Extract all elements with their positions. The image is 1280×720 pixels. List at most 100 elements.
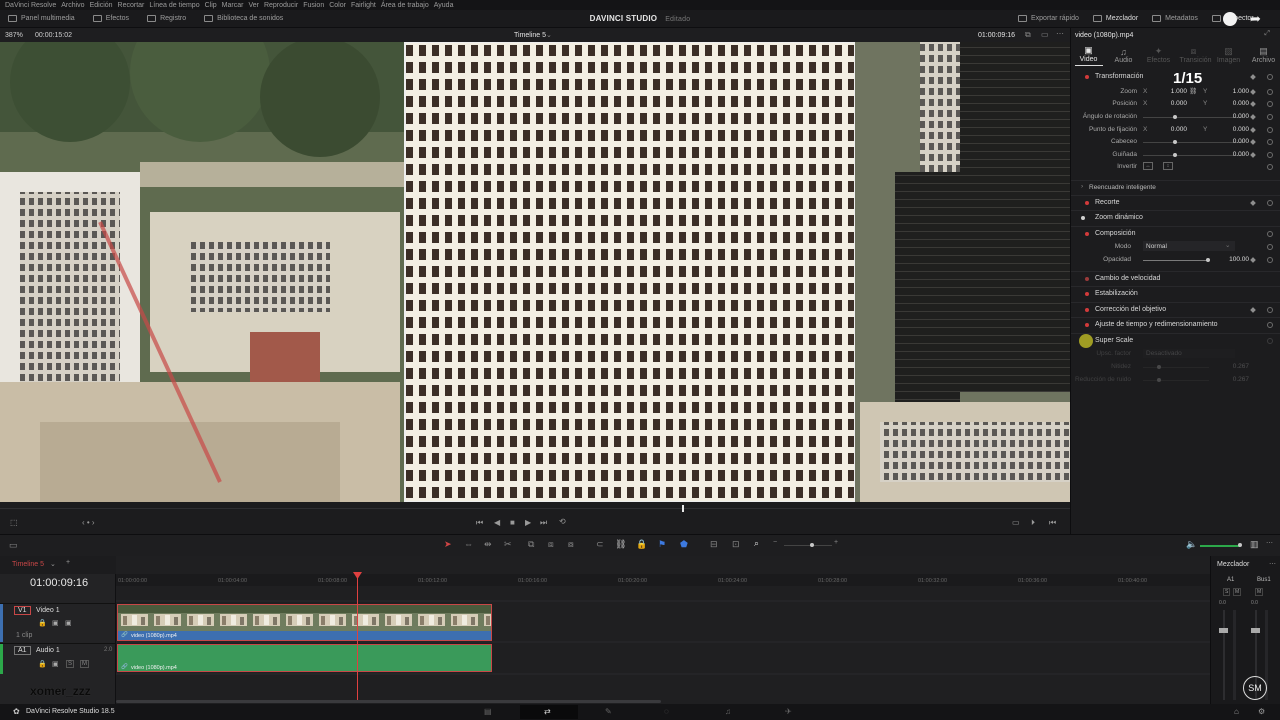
reset-icon[interactable]: [1267, 244, 1273, 250]
yaw-field[interactable]: 0.000: [1215, 151, 1249, 158]
page-edit-icon[interactable]: ⇄: [544, 707, 551, 716]
home-icon[interactable]: ⌂: [1234, 707, 1239, 716]
mute-button[interactable]: M: [80, 660, 89, 668]
zoom-y-field[interactable]: 1.000: [1215, 88, 1249, 95]
meter-icon[interactable]: ▥: [1250, 539, 1259, 550]
keyframe-icon[interactable]: [1250, 200, 1256, 206]
solo-button[interactable]: S: [66, 660, 75, 668]
stop-icon[interactable]: ■: [510, 518, 515, 527]
menu-item[interactable]: Fairlight: [351, 1, 376, 10]
anchor-x-field[interactable]: 0.000: [1153, 126, 1187, 133]
pitch-field[interactable]: 0.000: [1215, 138, 1249, 145]
section-lens-correction[interactable]: Corrección del objetivo: [1071, 302, 1280, 314]
tab-transition[interactable]: ⧈ Transición: [1180, 46, 1212, 64]
maximize-icon[interactable]: ⤢: [1264, 30, 1270, 38]
reset-icon[interactable]: [1267, 152, 1273, 158]
settings-gear-icon[interactable]: ⚙: [1258, 707, 1265, 716]
track-id-v1[interactable]: V1: [14, 606, 31, 615]
position-x-field[interactable]: 0.000: [1153, 100, 1187, 107]
layout-icon[interactable]: ▭: [9, 540, 18, 551]
keyframe-icon[interactable]: [1250, 307, 1256, 313]
tab-image[interactable]: ▨ Imagen: [1215, 46, 1243, 64]
scrubber-track[interactable]: [0, 508, 1070, 509]
menu-item[interactable]: Recortar: [118, 1, 145, 10]
tab-file[interactable]: ▤ Archivo: [1250, 46, 1278, 64]
zoom-detail-icon[interactable]: ⊡: [732, 539, 740, 550]
dynamic-trim-icon[interactable]: ⇹: [484, 539, 492, 550]
solo-button[interactable]: S: [1223, 588, 1231, 596]
jog-icon[interactable]: ‹ • ›: [82, 518, 95, 527]
viewer-timeline-name[interactable]: Timeline 5: [514, 32, 546, 39]
fader-a1[interactable]: [1219, 628, 1228, 633]
reset-icon[interactable]: [1267, 257, 1273, 263]
menu-item[interactable]: Marcar: [222, 1, 244, 10]
reset-icon[interactable]: [1267, 89, 1273, 95]
slider-knob[interactable]: [1173, 115, 1177, 119]
page-deliver-icon[interactable]: ✈: [785, 707, 792, 716]
enabled-dot-icon[interactable]: [1085, 75, 1089, 79]
menu-item[interactable]: Color: [329, 1, 346, 10]
section-retime-scaling[interactable]: Ajuste de tiempo y redimensionamiento: [1071, 317, 1280, 329]
volume-slider[interactable]: [1200, 543, 1242, 547]
audio-clip[interactable]: 🔗 video (1080p).mp4: [117, 644, 492, 672]
menu-item[interactable]: Línea de tiempo: [149, 1, 199, 10]
play-icon[interactable]: ▶: [525, 518, 531, 527]
selection-tool-icon[interactable]: ➤: [444, 539, 452, 550]
scrubber-handle[interactable]: [682, 505, 684, 512]
enabled-dot-icon[interactable]: [1085, 292, 1089, 296]
keyframe-icon[interactable]: [1250, 114, 1256, 120]
section-composite[interactable]: Composición: [1071, 226, 1280, 238]
chevron-down-icon[interactable]: ⌄: [50, 560, 56, 568]
menu-item[interactable]: Ayuda: [434, 1, 454, 10]
reset-icon[interactable]: [1267, 164, 1273, 170]
quick-export-button[interactable]: Exportar rápido: [1018, 15, 1079, 22]
loop-icon[interactable]: ⟲: [559, 517, 566, 526]
metadata-button[interactable]: Metadatos: [1152, 15, 1198, 22]
video-clip[interactable]: 🔗 video (1080p).mp4: [117, 604, 492, 641]
slider-knob[interactable]: [1206, 258, 1210, 262]
upscale-select[interactable]: Desactivado: [1143, 349, 1235, 358]
go-to-end-icon[interactable]: ⏭: [540, 518, 547, 528]
reset-icon[interactable]: [1267, 74, 1273, 80]
speaker-icon[interactable]: 🔈: [1186, 539, 1197, 550]
reset-icon[interactable]: [1267, 231, 1273, 237]
auto-select-icon[interactable]: ▣: [52, 660, 59, 668]
viewer-mode-icon[interactable]: ▭: [1041, 30, 1049, 39]
link-icon[interactable]: ⛓: [1189, 87, 1197, 95]
reset-icon[interactable]: [1267, 101, 1273, 107]
sharpness-slider[interactable]: [1143, 365, 1209, 369]
page-fairlight-icon[interactable]: ♫: [725, 707, 731, 716]
flip-vertical-icon[interactable]: ↕: [1163, 162, 1173, 170]
fader-bus1[interactable]: [1251, 628, 1260, 633]
opacity-slider[interactable]: [1143, 258, 1210, 262]
track-id-a1[interactable]: A1: [14, 646, 31, 655]
chevron-down-icon[interactable]: ⌄: [546, 31, 552, 39]
menu-item[interactable]: Clip: [205, 1, 217, 10]
go-to-start-icon[interactable]: ⏮: [476, 518, 483, 528]
position-y-field[interactable]: 0.000: [1215, 100, 1249, 107]
smart-reframe-row[interactable]: › Reencuadre inteligente: [1071, 180, 1280, 192]
noise-field[interactable]: 0.267: [1215, 376, 1249, 383]
keyframe-icon[interactable]: [1250, 89, 1256, 95]
lock-track-icon[interactable]: 🔒: [38, 619, 47, 627]
slider-knob[interactable]: [1173, 153, 1177, 157]
playhead[interactable]: [357, 572, 358, 700]
reset-icon[interactable]: [1267, 114, 1273, 120]
tab-effects[interactable]: ✦ Efectos: [1145, 46, 1173, 64]
noise-slider[interactable]: [1143, 378, 1209, 382]
reset-icon[interactable]: [1267, 139, 1273, 145]
tab-video[interactable]: ▣ Video: [1074, 45, 1103, 66]
anchor-y-field[interactable]: 0.000: [1215, 126, 1249, 133]
reset-icon[interactable]: [1267, 322, 1273, 328]
tab-audio[interactable]: ♫ Audio: [1110, 47, 1138, 64]
enabled-dot-icon[interactable]: [1085, 308, 1089, 312]
slider-knob[interactable]: [1157, 365, 1161, 369]
menu-item[interactable]: Ver: [248, 1, 259, 10]
mixer-button[interactable]: Mezclador: [1092, 15, 1138, 22]
linked-selection-icon[interactable]: ⛓: [615, 539, 626, 550]
timeline-tab[interactable]: Timeline 5: [12, 561, 44, 568]
enabled-dot-icon[interactable]: [1085, 232, 1089, 236]
snapping-icon[interactable]: ⊂: [596, 539, 604, 550]
zoom-x-field[interactable]: 1.000: [1153, 88, 1187, 95]
insert-clip-icon[interactable]: ⧉: [528, 539, 534, 550]
